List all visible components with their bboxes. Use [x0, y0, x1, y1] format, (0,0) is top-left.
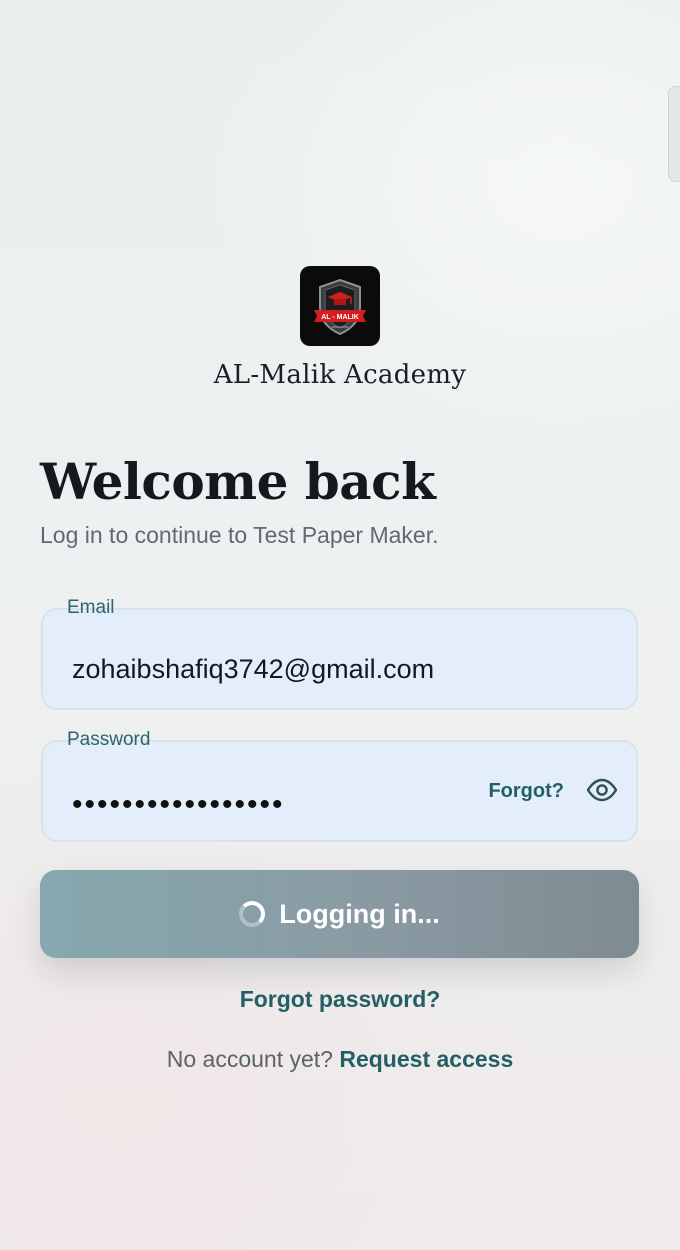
password-label: Password	[67, 729, 151, 750]
no-account-text: No account yet?	[166, 1046, 333, 1072]
forgot-password-link[interactable]: Forgot password?	[0, 986, 680, 1013]
shield-graduation-cap-icon: AL - MALIK	[314, 278, 366, 336]
email-field[interactable]: zohaibshafiq3742@gmail.com	[41, 608, 638, 710]
brand-name: AL-Malik Academy	[213, 360, 467, 390]
eye-icon[interactable]	[586, 778, 618, 807]
signup-row: No account yet? Request access	[0, 1046, 680, 1073]
password-masked-value: •••••••••••••••••	[72, 788, 285, 821]
scroll-handle[interactable]	[668, 86, 680, 182]
email-label: Email	[67, 597, 115, 618]
academy-logo: AL - MALIK	[300, 266, 380, 346]
login-button[interactable]: Logging in...	[40, 870, 639, 958]
page-subtitle: Log in to continue to Test Paper Maker.	[40, 522, 439, 548]
login-button-label: Logging in...	[279, 898, 440, 929]
forgot-inline-link[interactable]: Forgot?	[488, 780, 564, 803]
spinner-icon	[239, 901, 266, 927]
email-value: zohaibshafiq3742@gmail.com	[72, 654, 435, 684]
page-title: Welcome back	[40, 452, 436, 511]
request-access-link[interactable]: Request access	[339, 1046, 513, 1072]
logo-text: AL - MALIK	[321, 314, 359, 321]
password-field[interactable]: ••••••••••••••••• Forgot?	[41, 740, 638, 842]
